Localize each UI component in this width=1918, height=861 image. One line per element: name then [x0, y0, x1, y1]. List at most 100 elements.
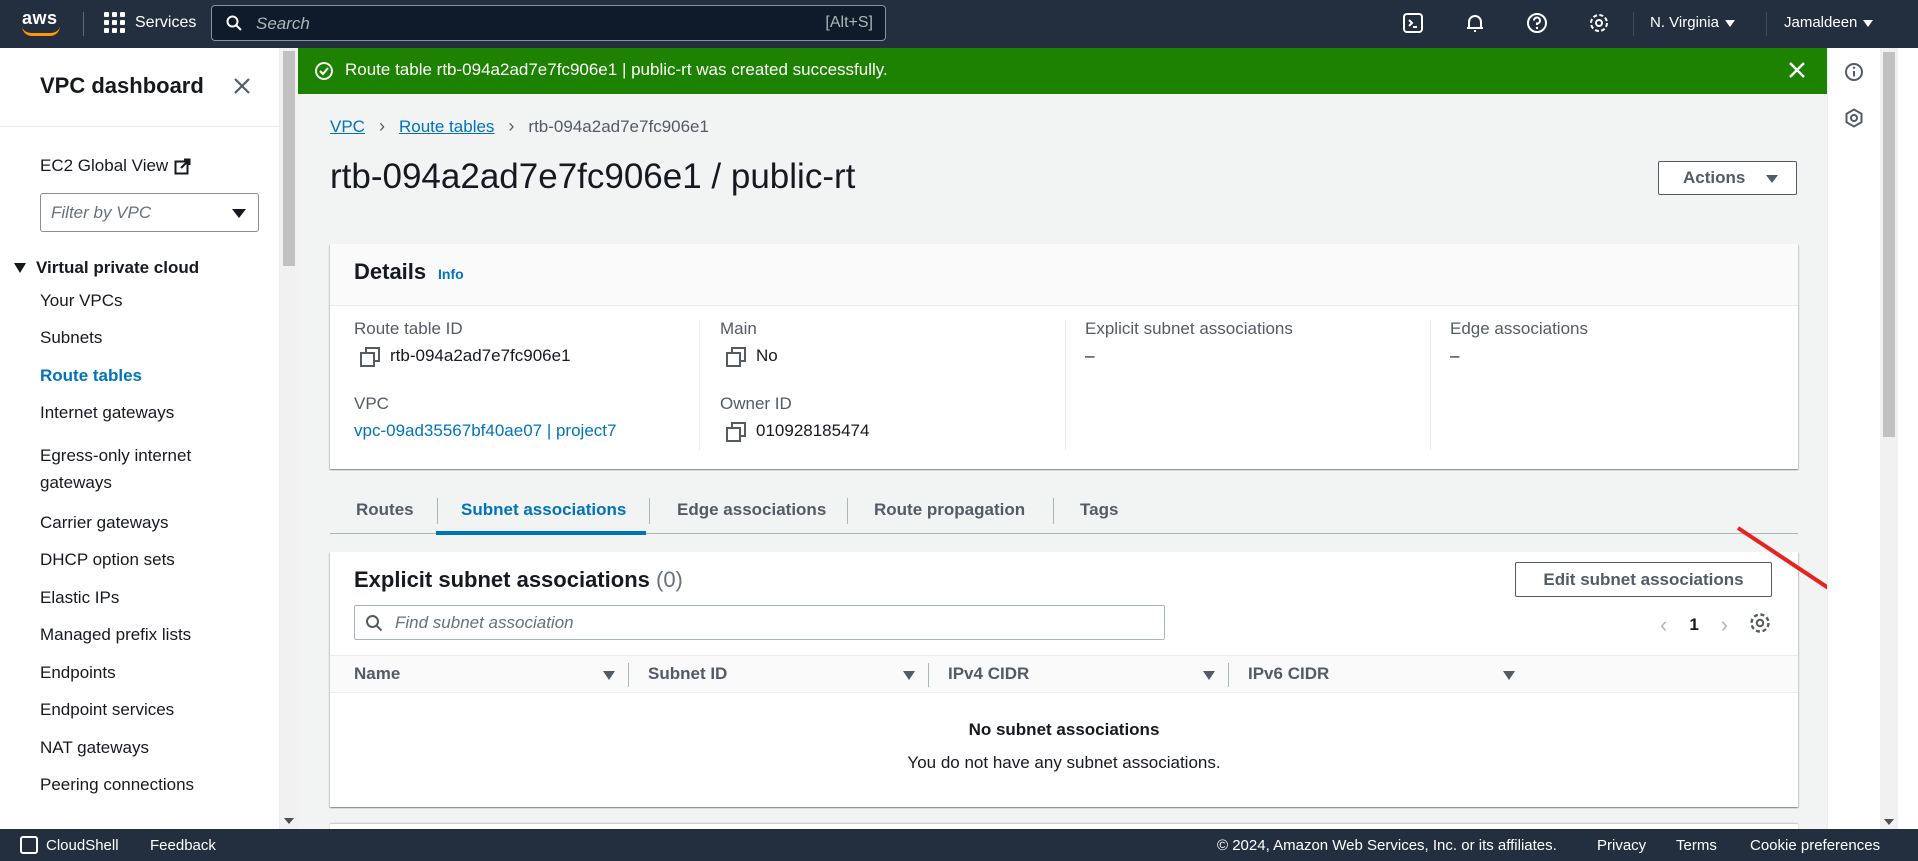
nav-divider [83, 12, 84, 36]
services-menu-button[interactable]: Services [104, 12, 196, 33]
column-divider[interactable] [628, 663, 629, 687]
column-header-name[interactable]: Name [354, 664, 400, 684]
info-link[interactable]: Info [438, 266, 464, 282]
cookie-preferences-link[interactable]: Cookie preferences [1750, 837, 1880, 854]
table-header: Name Subnet ID IPv4 CIDR IPv6 CIDR [330, 655, 1798, 693]
sidebar-title[interactable]: VPC dashboard [40, 73, 204, 99]
search-placeholder: Search [256, 14, 310, 33]
settings-gear-icon[interactable] [1588, 12, 1610, 34]
page-scroll-thumb[interactable] [1883, 52, 1895, 437]
tab-routes[interactable]: Routes [356, 500, 414, 520]
details-title: Details [354, 259, 427, 284]
nav-separator [1766, 12, 1767, 36]
sidebar-item-route-tables[interactable]: Route tables [40, 362, 240, 389]
actions-button[interactable]: Actions [1658, 161, 1797, 195]
chevron-right-icon[interactable]: › [1721, 612, 1728, 638]
resource-hexagon-icon[interactable] [1844, 108, 1864, 128]
notifications-bell-icon[interactable] [1464, 12, 1486, 34]
actions-label: Actions [1683, 168, 1746, 187]
scroll-down-arrow-icon[interactable] [1884, 819, 1894, 825]
route-table-id-value: rtb-094a2ad7e7fc906e1 [360, 346, 571, 367]
column-header-ipv4-cidr[interactable]: IPv4 CIDR [948, 664, 1029, 684]
feedback-link[interactable]: Feedback [150, 837, 216, 854]
privacy-link[interactable]: Privacy [1597, 837, 1646, 854]
close-sidebar-icon[interactable] [232, 76, 252, 96]
external-link-icon [174, 158, 191, 174]
breadcrumb-route-tables-link[interactable]: Route tables [399, 117, 494, 137]
explicit-associations-label: Explicit subnet associations [1085, 319, 1293, 338]
sidebar-item-ec2-global-view[interactable]: EC2 Global View [40, 156, 191, 176]
sidebar-item-managed-prefix-lists[interactable]: Managed prefix lists [40, 621, 240, 648]
preferences-gear-icon[interactable] [1748, 611, 1772, 635]
column-divider[interactable] [1228, 663, 1229, 687]
column-header-ipv6-cidr[interactable]: IPv6 CIDR [1248, 664, 1329, 684]
sidebar-item-carrier-gateways[interactable]: Carrier gateways [40, 509, 240, 536]
scroll-down-arrow-icon[interactable] [284, 818, 294, 824]
aws-logo[interactable]: aws [20, 8, 64, 38]
tab-edge-associations[interactable]: Edge associations [677, 500, 826, 520]
success-check-icon [315, 62, 333, 80]
copy-icon[interactable] [360, 347, 380, 367]
account-menu[interactable]: Jamaldeen [1784, 14, 1874, 31]
owner-id-value: 010928185474 [726, 421, 869, 442]
current-page[interactable]: 1 [1689, 615, 1698, 635]
sidebar-scrollbar[interactable] [280, 48, 298, 829]
chevron-left-icon[interactable]: ‹ [1660, 612, 1667, 638]
sidebar-section-virtual-private-cloud[interactable]: Virtual private cloud [14, 258, 199, 278]
column-header-subnet-id[interactable]: Subnet ID [648, 664, 727, 684]
sidebar-item-endpoint-services[interactable]: Endpoint services [40, 696, 240, 723]
cloudshell-label: CloudShell [46, 836, 119, 854]
sidebar-item-peering-connections[interactable]: Peering connections [40, 771, 240, 798]
column-divider [1430, 320, 1431, 450]
region-label: N. Virginia [1650, 14, 1719, 31]
explicit-associations-value: – [1085, 346, 1095, 365]
success-flash-banner: Route table rtb-094a2ad7e7fc906e1 | publ… [298, 48, 1827, 94]
vpc-link[interactable]: vpc-09ad35567bf40ae07 | project7 [354, 421, 616, 441]
active-tab-indicator [436, 531, 646, 535]
sidebar-item-your-vpcs[interactable]: Your VPCs [40, 287, 240, 314]
info-panel-icon[interactable] [1844, 62, 1864, 82]
breadcrumb-vpc-link[interactable]: VPC [330, 117, 365, 137]
tab-tags[interactable]: Tags [1080, 500, 1118, 520]
empty-state-title: No subnet associations [968, 720, 1160, 739]
find-subnet-association-input[interactable]: Find subnet association [354, 605, 1165, 640]
search-input[interactable]: Search [Alt+S] [211, 5, 886, 41]
sidebar-item-nat-gateways[interactable]: NAT gateways [40, 734, 240, 761]
dismiss-close-icon[interactable] [1786, 59, 1808, 81]
find-placeholder: Find subnet association [395, 613, 574, 632]
terms-link[interactable]: Terms [1676, 837, 1717, 854]
help-icon[interactable] [1526, 12, 1548, 34]
tab-separator [1053, 498, 1054, 524]
breadcrumb: VPC › Route tables › rtb-094a2ad7e7fc906… [330, 116, 709, 137]
filter-by-vpc-select[interactable]: Filter by VPC [40, 193, 259, 232]
sidebar-item-subnets[interactable]: Subnets [40, 324, 240, 351]
edge-associations-value: – [1450, 346, 1460, 365]
aws-smile-icon [22, 26, 60, 36]
column-divider[interactable] [928, 663, 929, 687]
chevron-right-icon: › [508, 116, 515, 136]
sort-caret-icon[interactable] [903, 671, 915, 680]
cloudshell-button[interactable]: CloudShell [20, 836, 119, 854]
copy-icon[interactable] [726, 347, 746, 367]
sort-caret-icon[interactable] [603, 671, 615, 680]
chevron-right-icon: › [378, 116, 385, 136]
nav-separator [1633, 12, 1634, 36]
page-scrollbar[interactable] [1880, 48, 1898, 829]
cloudshell-icon[interactable] [1402, 12, 1424, 34]
sidebar-scroll-thumb[interactable] [283, 51, 295, 266]
sidebar-item-egress-only-internet-gateways[interactable]: Egress-only internet gateways [40, 442, 240, 496]
sort-caret-icon[interactable] [1203, 671, 1215, 680]
sidebar: VPC dashboard EC2 Global View Filter by … [0, 48, 280, 829]
tab-subnet-associations[interactable]: Subnet associations [461, 500, 626, 520]
sidebar-item-elastic-ips[interactable]: Elastic IPs [40, 584, 240, 611]
caret-down-icon [1724, 19, 1735, 27]
copy-icon[interactable] [726, 422, 746, 442]
sidebar-item-endpoints[interactable]: Endpoints [40, 659, 240, 686]
sidebar-item-dhcp-option-sets[interactable]: DHCP option sets [40, 546, 240, 573]
sidebar-item-internet-gateways[interactable]: Internet gateways [40, 399, 240, 426]
tab-separator [437, 498, 438, 524]
tab-route-propagation[interactable]: Route propagation [874, 500, 1025, 520]
column-divider [699, 320, 700, 450]
sort-caret-icon[interactable] [1503, 671, 1515, 680]
region-selector[interactable]: N. Virginia [1650, 14, 1735, 31]
